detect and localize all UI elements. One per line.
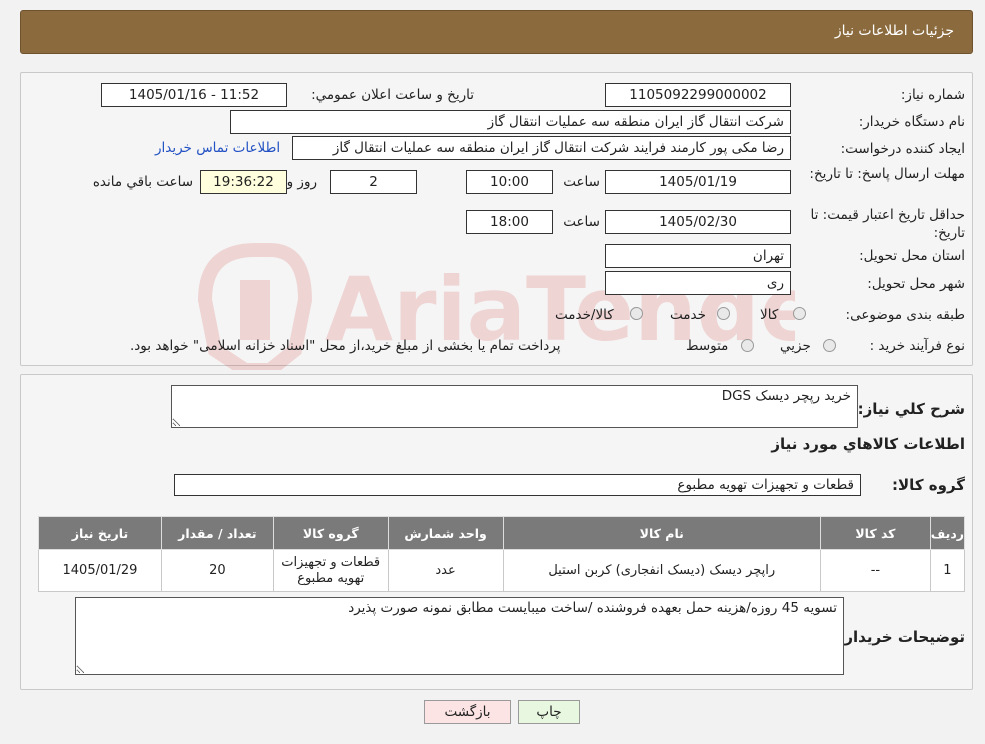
city-field: ری (605, 271, 791, 295)
goods-table-header: رديف كد كالا نام كالا واحد شمارش گروه كا… (38, 516, 966, 550)
validity-label: حداقل تاريخ اعتبار قيمت: تا تاریخ: (810, 207, 965, 241)
category-radio-goods-service[interactable] (630, 307, 643, 320)
goods-group-label: گروه كالا: (892, 476, 965, 494)
process-radio-medium[interactable] (741, 339, 754, 352)
buyer-org-label: نام دستگاه خريدار: (858, 114, 965, 130)
cell-quantity: 20 (160, 549, 274, 592)
announce-label: تاريخ و ساعت اعلان عمومي: (311, 87, 474, 103)
process-option-medium: متوسط (686, 338, 729, 354)
category-option-goods-service: كالا/خدمت (555, 307, 614, 323)
cell-row: 1 (929, 549, 966, 592)
creator-field: رضا مکی پور کارمند فرایند شركت انتقال گا… (292, 136, 791, 160)
col-name: نام كالا (502, 516, 821, 550)
deadline-label: مهلت ارسال پاسخ: تا تاریخ: (809, 166, 965, 182)
process-option-minor: جزيي (780, 338, 811, 354)
need-number-label: شماره نیاز: (900, 87, 965, 103)
col-quantity: تعداد / مقدار (160, 516, 274, 550)
category-radio-goods[interactable] (793, 307, 806, 320)
validity-date-field: 1405/02/30 (605, 210, 791, 234)
deadline-date-field: 1405/01/19 (605, 170, 791, 194)
goods-table: رديف كد كالا نام كالا واحد شمارش گروه كا… (38, 516, 966, 592)
need-number-field: 1105092299000002 (605, 83, 791, 107)
days-label: روز و (286, 174, 317, 190)
print-button[interactable]: چاپ (518, 700, 580, 724)
col-unit: واحد شمارش (387, 516, 504, 550)
validity-time-label: ساعت (563, 214, 600, 230)
process-note: پرداخت تمام يا بخشی از مبلغ خريد،از محل … (130, 338, 561, 354)
col-row: رديف (929, 516, 966, 550)
table-row: 1 -- راپچر دیسک (دیسک انفجاری) کربن استی… (38, 549, 966, 592)
cell-unit: عدد (387, 549, 504, 592)
remaining-time-label: ساعت باقي مانده (92, 174, 193, 190)
category-option-service: خدمت (670, 307, 706, 323)
category-label: طبقه بندی موضوعی: (845, 307, 965, 323)
announce-field: 1405/01/16 - 11:52 (101, 83, 287, 107)
deadline-time-label: ساعت (563, 174, 600, 190)
page-title: جزئیات اطلاعات نیاز (834, 23, 954, 39)
creator-label: ايجاد كننده درخواست: (840, 141, 965, 157)
cell-group: قطعات و تجهیزات تهویه مطبوع (272, 549, 389, 592)
col-code: كد كالا (819, 516, 931, 550)
province-field: تهران (605, 244, 791, 268)
summary-textarea[interactable]: خرید رپچر دیسک DGS (171, 385, 858, 428)
back-button[interactable]: بازگشت (424, 700, 511, 724)
remaining-time-field: 19:36:22 (200, 170, 287, 194)
province-label: استان محل تحويل: (859, 248, 965, 264)
process-label: نوع فرآيند خريد : (869, 338, 965, 354)
col-need-date: تاريخ نياز (38, 516, 162, 550)
process-radio-minor[interactable] (823, 339, 836, 352)
col-group: گروه كالا (272, 516, 389, 550)
goods-group-field: قطعات و تجهیزات تهویه مطبوع (174, 474, 861, 496)
cell-code: -- (819, 549, 931, 592)
goods-info-title: اطلاعات كالاهاي مورد نياز (771, 435, 965, 453)
validity-time-field: 18:00 (466, 210, 553, 234)
summary-label: شرح كلي نياز: (857, 400, 965, 418)
buyer-notes-textarea[interactable]: تسویه 45 روزه/هزینه حمل بعهده فروشنده /س… (75, 597, 844, 675)
cell-name: راپچر دیسک (دیسک انفجاری) کربن استیل (502, 549, 821, 592)
buyer-contact-link[interactable]: اطلاعات تماس خريدار (155, 140, 280, 156)
buyer-notes-label: توضيحات خريدار: (838, 628, 965, 646)
category-radio-service[interactable] (717, 307, 730, 320)
category-option-goods: كالا (760, 307, 779, 323)
city-label: شهر محل تحويل: (867, 276, 965, 292)
days-remaining-field: 2 (330, 170, 417, 194)
cell-need-date: 1405/01/29 (38, 549, 162, 592)
buyer-org-field: شركت انتقال گاز ايران منطقه سه عمليات ان… (230, 110, 791, 134)
deadline-time-field: 10:00 (466, 170, 553, 194)
page-header: جزئیات اطلاعات نیاز (20, 10, 973, 54)
